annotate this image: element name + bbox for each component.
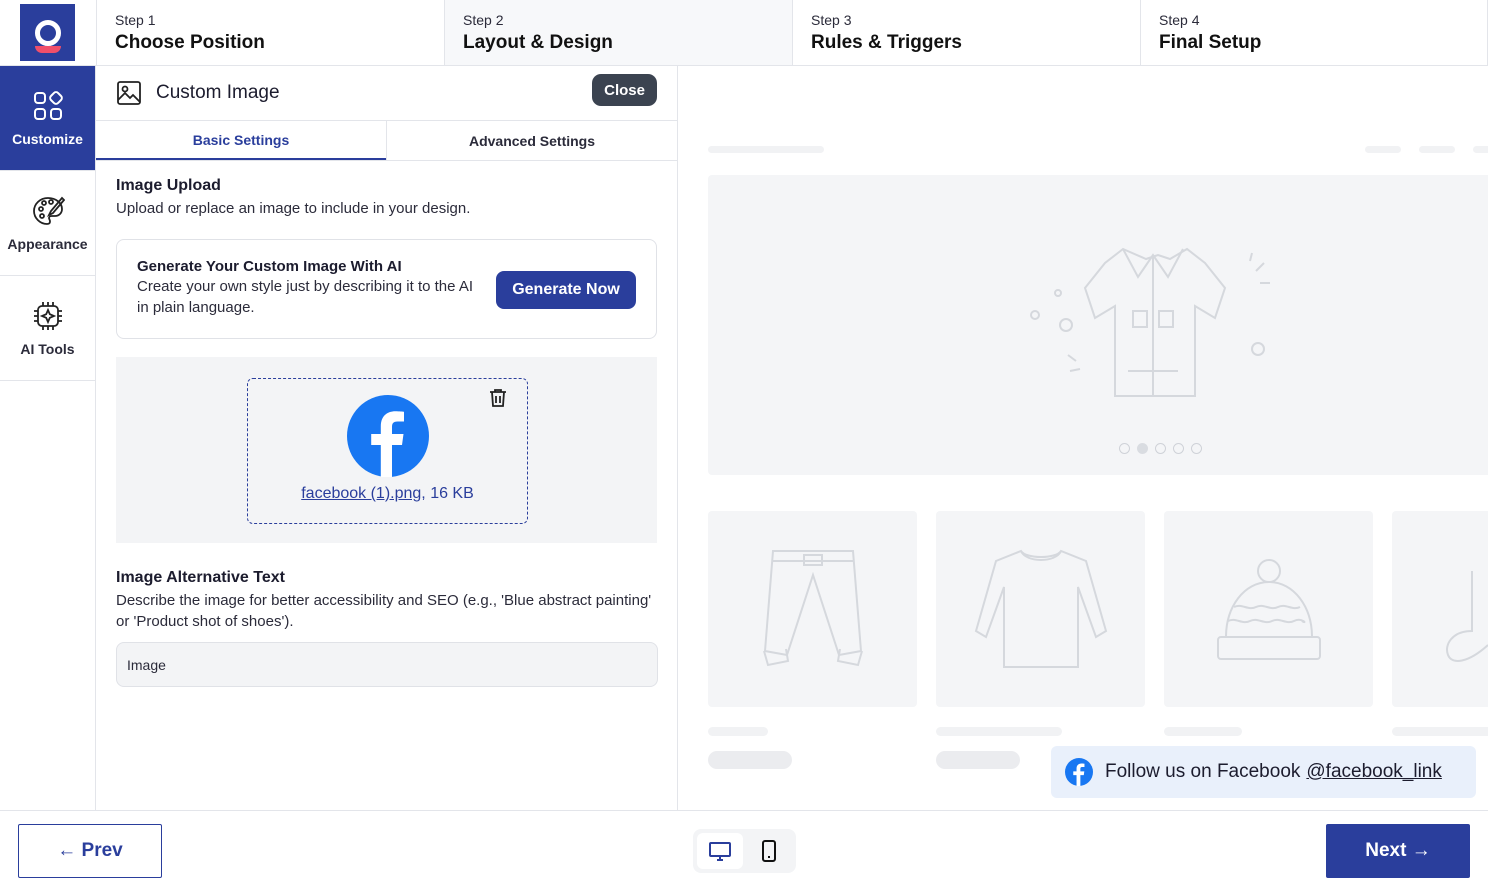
banner-link[interactable]: @facebook_link bbox=[1306, 761, 1441, 783]
stepper-bar: Step 1 Choose Position Step 2 Layout & D… bbox=[0, 0, 1488, 66]
carousel-dot[interactable] bbox=[1155, 443, 1166, 454]
product-card-placeholder bbox=[936, 511, 1145, 707]
sidebar-item-label: Appearance bbox=[7, 236, 88, 252]
step-title: Rules & Triggers bbox=[811, 32, 962, 53]
ai-card-description: Create your own style just by describing… bbox=[137, 278, 473, 316]
skeleton-line bbox=[936, 727, 1062, 736]
beanie-illustration-icon bbox=[1217, 559, 1321, 660]
palette-icon bbox=[32, 196, 65, 225]
file-size: , 16 KB bbox=[421, 485, 474, 502]
file-name-link[interactable]: facebook (1).png bbox=[301, 485, 421, 502]
desktop-view-button[interactable] bbox=[697, 833, 743, 869]
mobile-icon bbox=[762, 840, 777, 862]
alt-text-section: Image Alternative Text Describe the imag… bbox=[96, 543, 677, 632]
sidebar-item-customize[interactable]: Customize bbox=[0, 66, 95, 171]
step-4[interactable]: Step 4 Final Setup bbox=[1140, 0, 1488, 65]
section-title: Image Upload bbox=[116, 177, 221, 194]
mobile-view-button[interactable] bbox=[747, 833, 793, 869]
chip-icon bbox=[33, 302, 62, 330]
facebook-logo-icon bbox=[347, 395, 429, 477]
carousel-dot[interactable] bbox=[1119, 443, 1130, 454]
logo-mark-icon bbox=[34, 19, 61, 53]
section-description: Describe the image for better accessibil… bbox=[116, 592, 652, 630]
upload-area: facebook (1).png, 16 KB bbox=[116, 357, 657, 543]
image-upload-section: Image Upload Upload or replace an image … bbox=[96, 161, 677, 219]
sidebar-item-label: AI Tools bbox=[20, 341, 75, 357]
skeleton-line bbox=[1164, 727, 1242, 736]
left-sidebar: Customize Appearance AI Tools bbox=[0, 66, 96, 810]
skeleton-line bbox=[1365, 146, 1401, 153]
image-dropzone[interactable]: facebook (1).png, 16 KB bbox=[247, 378, 528, 524]
prev-button[interactable]: ← Prev bbox=[18, 824, 162, 878]
generate-now-button[interactable]: Generate Now bbox=[496, 271, 636, 309]
trash-icon[interactable] bbox=[487, 387, 509, 409]
carousel-dot[interactable] bbox=[1137, 443, 1148, 454]
ai-generate-card: Generate Your Custom Image With AI Creat… bbox=[116, 239, 657, 339]
step-title: Final Setup bbox=[1159, 32, 1262, 53]
skeleton-line bbox=[1392, 727, 1488, 736]
facebook-icon bbox=[1065, 758, 1093, 786]
grid-icon bbox=[33, 91, 63, 120]
sidebar-item-label: Customize bbox=[12, 131, 83, 147]
close-button[interactable]: Close bbox=[592, 74, 657, 106]
panel-title: Custom Image bbox=[156, 82, 280, 103]
pants-illustration-icon bbox=[763, 550, 863, 667]
desktop-icon bbox=[708, 842, 731, 861]
section-title: Image Alternative Text bbox=[116, 569, 285, 586]
sidebar-item-ai-tools[interactable]: AI Tools bbox=[0, 276, 95, 381]
carousel-dot[interactable] bbox=[1191, 443, 1202, 454]
step-number: Step 3 bbox=[811, 12, 852, 28]
skeleton-line bbox=[708, 727, 768, 736]
section-description: Upload or replace an image to include in… bbox=[116, 200, 471, 217]
step-1[interactable]: Step 1 Choose Position bbox=[96, 0, 444, 65]
skeleton-pill bbox=[936, 751, 1020, 769]
skeleton-pill bbox=[708, 751, 792, 769]
file-info: facebook (1).png, 16 KB bbox=[248, 485, 527, 503]
app-logo[interactable] bbox=[20, 4, 75, 61]
step-2[interactable]: Step 2 Layout & Design bbox=[444, 0, 792, 65]
step-title: Choose Position bbox=[115, 32, 265, 53]
facebook-follow-banner[interactable]: Follow us on Facebook @facebook_link bbox=[1051, 746, 1476, 798]
alt-text-input[interactable] bbox=[116, 642, 658, 687]
skeleton-line bbox=[708, 146, 824, 153]
sweater-illustration-icon bbox=[974, 549, 1108, 668]
image-icon bbox=[117, 81, 141, 105]
tab-basic-settings[interactable]: Basic Settings bbox=[96, 121, 386, 160]
preview-canvas: Follow us on Facebook @facebook_link bbox=[679, 66, 1488, 810]
step-number: Step 1 bbox=[115, 12, 156, 28]
product-card-placeholder bbox=[1392, 511, 1488, 707]
product-card-placeholder bbox=[708, 511, 917, 707]
step-3[interactable]: Step 3 Rules & Triggers bbox=[792, 0, 1140, 65]
editor-panel: Custom Image Close Basic Settings Advanc… bbox=[96, 66, 678, 810]
skeleton-line bbox=[1473, 146, 1488, 153]
product-card-placeholder bbox=[1164, 511, 1373, 707]
jacket-illustration-icon bbox=[1030, 247, 1270, 397]
settings-tabs: Basic Settings Advanced Settings bbox=[96, 120, 677, 161]
carousel-dot[interactable] bbox=[1173, 443, 1184, 454]
step-title: Layout & Design bbox=[463, 32, 613, 53]
step-number: Step 2 bbox=[463, 12, 504, 28]
tab-advanced-settings[interactable]: Advanced Settings bbox=[386, 121, 677, 160]
device-toggle bbox=[693, 829, 796, 873]
panel-header: Custom Image Close bbox=[96, 66, 677, 120]
bottom-nav-bar: ← Prev Next → bbox=[0, 810, 1488, 888]
step-number: Step 4 bbox=[1159, 12, 1200, 28]
sidebar-item-appearance[interactable]: Appearance bbox=[0, 171, 95, 276]
sock-illustration-icon bbox=[1446, 571, 1488, 662]
skeleton-line bbox=[1419, 146, 1455, 153]
next-button[interactable]: Next → bbox=[1326, 824, 1470, 878]
hero-placeholder bbox=[708, 175, 1488, 475]
banner-text: Follow us on Facebook bbox=[1105, 761, 1301, 782]
carousel-dots bbox=[1119, 443, 1202, 454]
